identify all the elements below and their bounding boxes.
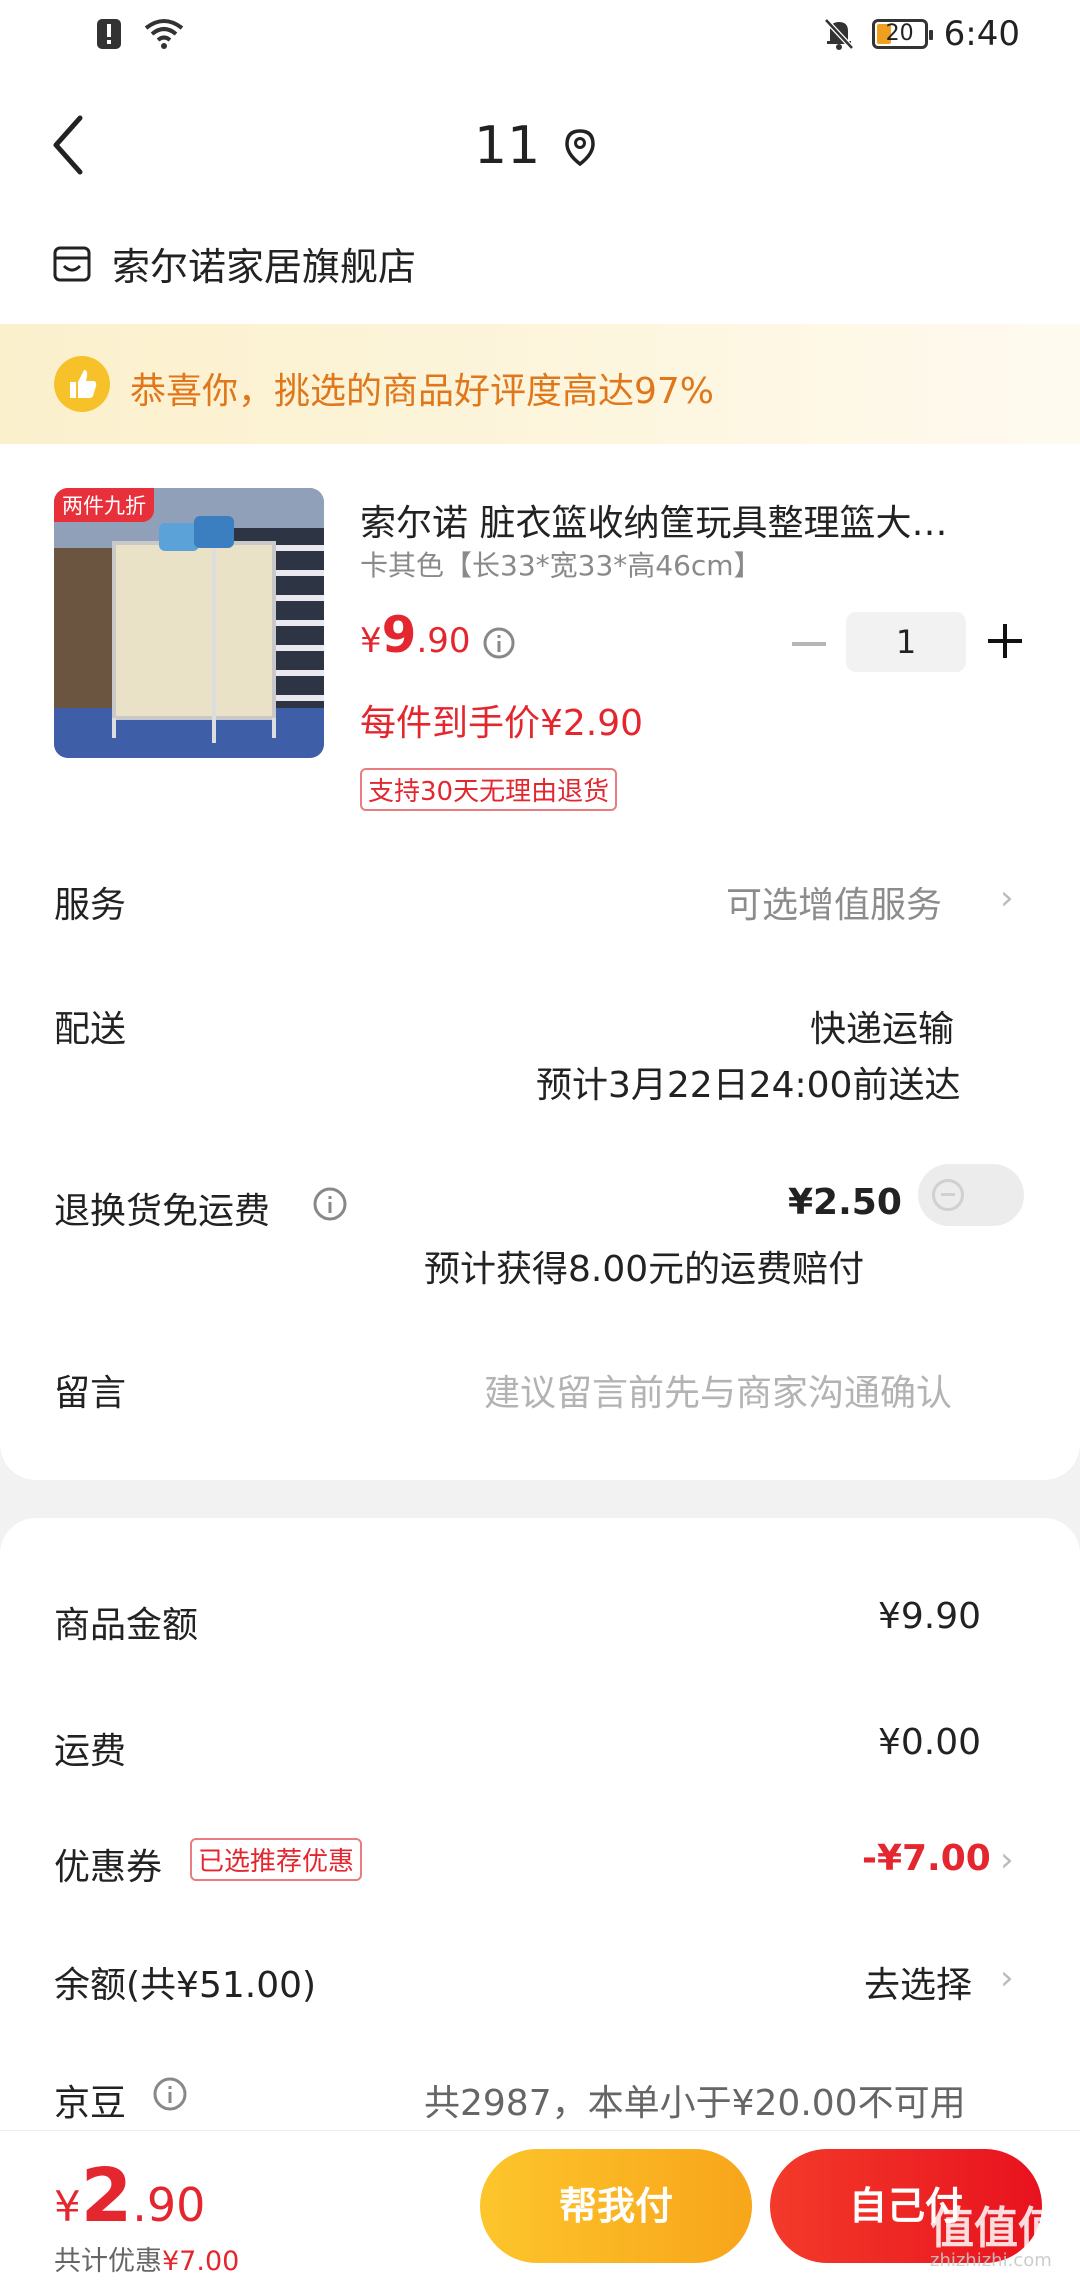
price-info-icon[interactable] bbox=[482, 626, 516, 660]
nav-bar: 11 bbox=[0, 72, 1080, 220]
total-price: ¥ 2 .90 bbox=[54, 2153, 205, 2239]
store-row[interactable]: 索尔诺家居旗舰店 bbox=[52, 236, 416, 291]
quantity-plus-button[interactable] bbox=[988, 624, 1022, 658]
mute-bell-icon bbox=[823, 18, 854, 50]
price-decimal: .90 bbox=[416, 621, 471, 661]
jingdou-label: 京豆 bbox=[54, 2083, 127, 2124]
store-icon bbox=[53, 246, 91, 281]
back-button[interactable] bbox=[50, 110, 110, 180]
balance-label: 余额(共¥51.00) bbox=[54, 1965, 317, 2006]
service-value[interactable]: 可选增值服务 bbox=[726, 876, 942, 928]
watermark-url: zhizhizhi.com bbox=[930, 2250, 1052, 2271]
watermark-logo: 值值值 bbox=[930, 2203, 1062, 2254]
total-decimal: .90 bbox=[132, 2178, 206, 2232]
delivery-label: 配送 bbox=[54, 1009, 127, 1050]
delivery-eta: 预计3月22日24:00前送达 bbox=[536, 1065, 961, 1106]
delivery-value[interactable]: 快递运输 bbox=[810, 1000, 954, 1052]
goods-amount-value: ¥9.90 bbox=[878, 1596, 982, 1637]
coupon-tag: 已选推荐优惠 bbox=[190, 1838, 363, 1881]
saving-prefix: 共计优惠 bbox=[54, 2246, 162, 2277]
goods-amount-label: 商品金额 bbox=[54, 1605, 199, 1646]
total-saving[interactable]: 共计优惠¥7.00 bbox=[54, 2239, 239, 2278]
jingdou-info-icon[interactable] bbox=[152, 2076, 188, 2112]
coupon-value[interactable]: -¥7.00 bbox=[862, 1838, 991, 1879]
status-icons-right: 20 6:40 bbox=[822, 14, 1020, 54]
order-card: 索尔诺家居旗舰店 恭喜你，挑选的商品好评度高达97% 两件九折 索尔诺 脏衣篮收… bbox=[0, 216, 1080, 1480]
battery-level: 20 bbox=[885, 21, 914, 46]
return-fee-note: 预计获得8.00元的运费赔付 bbox=[424, 1249, 865, 1290]
promo-badge: 两件九折 bbox=[54, 488, 154, 522]
jingdou-value: 共2987，本单小于¥20.00不可用 bbox=[424, 2083, 966, 2124]
clock: 6:40 bbox=[943, 14, 1020, 54]
return-policy-tag: 支持30天无理由退货 bbox=[360, 768, 618, 811]
return-fee-info-icon[interactable] bbox=[312, 1186, 348, 1222]
help-pay-button[interactable]: 帮我付 bbox=[480, 2149, 752, 2263]
balance-value[interactable]: 去选择 bbox=[864, 1956, 972, 2008]
alert-icon bbox=[97, 19, 121, 49]
message-input[interactable]: 建议留言前先与商家沟通确认 bbox=[484, 1364, 952, 1416]
return-fee-label: 退换货免运费 bbox=[54, 1191, 271, 1232]
product-spec[interactable]: 卡其色【长33*宽33*高46cm】 bbox=[360, 544, 762, 584]
total-integer: 2 bbox=[80, 2153, 133, 2239]
return-fee-value: ¥2.50 bbox=[788, 1182, 902, 1223]
product-image[interactable]: 两件九折 bbox=[54, 488, 324, 758]
shipping-label: 运费 bbox=[54, 1731, 127, 1772]
praise-banner: 恭喜你，挑选的商品好评度高达97% bbox=[0, 324, 1080, 444]
checkout-bar: ¥ 2 .90 共计优惠¥7.00 帮我付 自己付 bbox=[0, 2130, 1080, 2280]
each-price: 每件到手价¥2.90 bbox=[360, 703, 644, 744]
store-name: 索尔诺家居旗舰店 bbox=[112, 245, 417, 289]
price-symbol: ¥ bbox=[360, 621, 382, 661]
back-arrow-icon bbox=[53, 115, 83, 175]
saving-value: ¥7.00 bbox=[162, 2246, 240, 2277]
quantity-minus-button[interactable] bbox=[792, 642, 826, 646]
banner-text: 恭喜你，挑选的商品好评度高达97% bbox=[130, 371, 715, 412]
product-price: ¥ 9 .90 bbox=[360, 606, 471, 664]
status-bar: 20 6:40 bbox=[0, 0, 1080, 72]
location-pin-icon[interactable] bbox=[563, 128, 597, 166]
quantity-input[interactable]: 1 bbox=[846, 612, 966, 672]
battery-icon: 20 bbox=[871, 19, 933, 49]
address-title[interactable]: 11 bbox=[474, 116, 540, 176]
service-label: 服务 bbox=[54, 885, 127, 926]
coupon-chevron-icon[interactable]: › bbox=[1000, 1840, 1014, 1880]
wifi-icon bbox=[144, 19, 184, 49]
message-label: 留言 bbox=[54, 1373, 127, 1414]
total-symbol: ¥ bbox=[54, 2182, 81, 2231]
product-title[interactable]: 索尔诺 脏衣篮收纳筐玩具整理篮大… bbox=[360, 494, 1010, 546]
balance-chevron-icon[interactable]: › bbox=[1000, 1958, 1014, 1998]
status-icons-left bbox=[96, 18, 184, 50]
shipping-value: ¥0.00 bbox=[878, 1722, 982, 1763]
price-integer: 9 bbox=[381, 606, 417, 664]
thumbs-up-icon bbox=[54, 356, 110, 412]
coupon-label: 优惠券 bbox=[54, 1847, 163, 1888]
return-fee-toggle[interactable] bbox=[918, 1164, 1024, 1226]
service-chevron-icon[interactable]: › bbox=[1000, 878, 1014, 918]
